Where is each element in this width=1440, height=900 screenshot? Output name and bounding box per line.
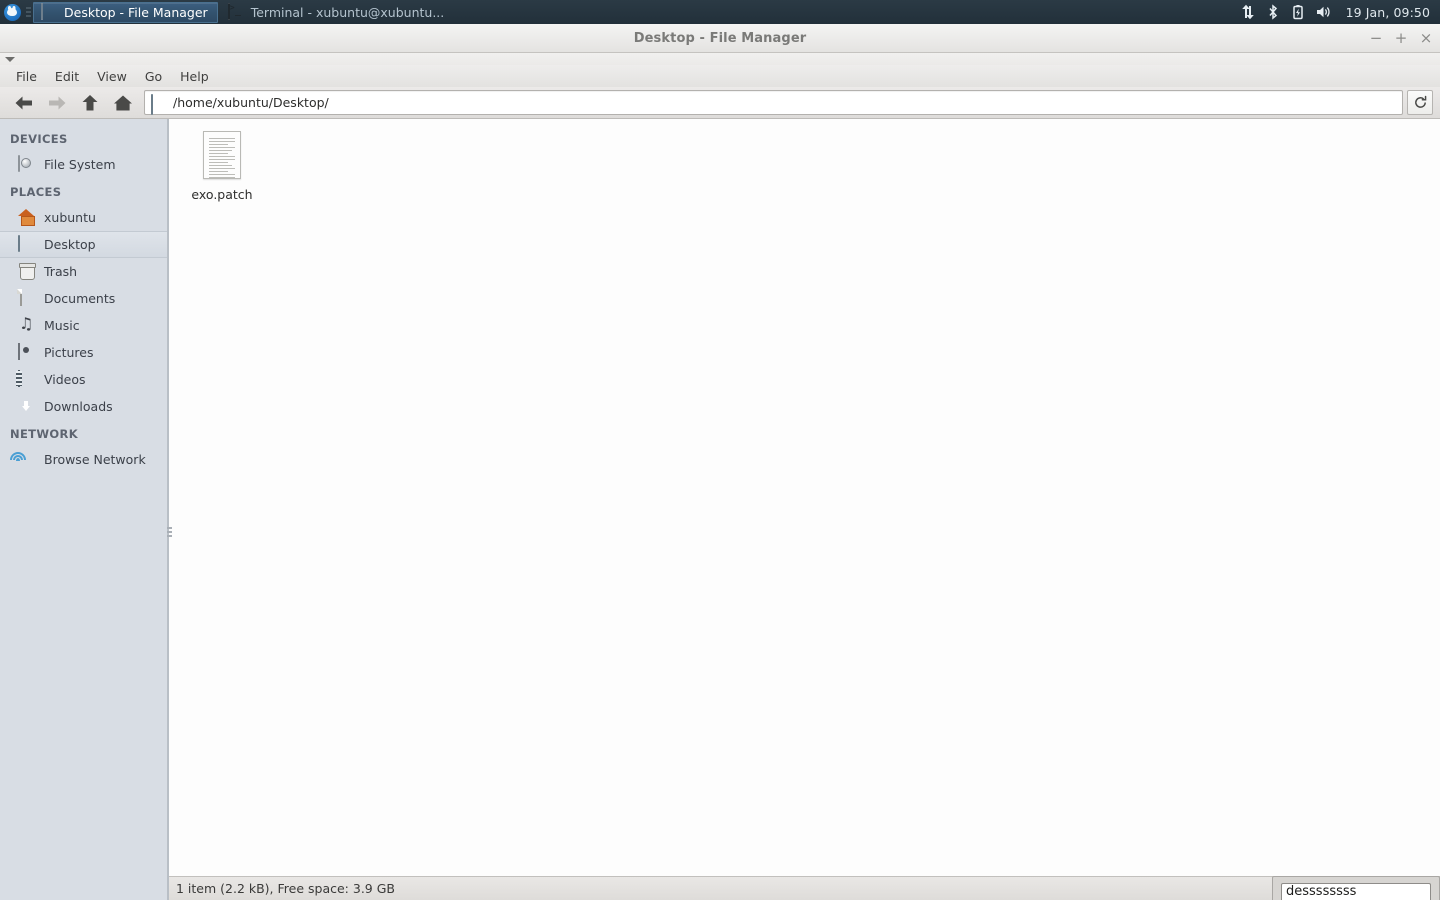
system-tray: 19 Jan, 09:50 — [1240, 4, 1440, 20]
panel-grip-handle[interactable] — [24, 0, 32, 24]
desktop-folder-icon — [151, 93, 167, 115]
reload-button[interactable] — [1407, 90, 1433, 115]
parent-folder-button[interactable] — [73, 89, 106, 117]
sidebar-item-label: Documents — [44, 291, 116, 306]
home-button[interactable] — [106, 89, 139, 117]
task-button-file-manager[interactable]: Desktop - File Manager — [33, 1, 218, 23]
file-manager-icon — [41, 3, 57, 20]
file-item-exo-patch[interactable]: exo.patch — [177, 127, 267, 202]
menubar: File Edit View Go Help — [0, 65, 1440, 87]
sidebar-item-label: Downloads — [44, 399, 113, 414]
download-icon — [18, 398, 35, 415]
sidebar-item-file-system[interactable]: File System — [0, 151, 167, 178]
sidebar-item-xubuntu[interactable]: xubuntu — [0, 204, 167, 231]
popup-dialog-window[interactable]: dessssssss — [1272, 876, 1440, 900]
sidebar-item-music[interactable]: Music — [0, 312, 167, 339]
toolbar: /home/xubuntu/Desktop/ — [0, 87, 1440, 119]
menu-item-go[interactable]: Go — [136, 67, 171, 86]
window-body: DEVICES File System PLACES xubuntu Deskt… — [0, 119, 1440, 900]
sidebar-group-places: PLACES — [10, 185, 62, 199]
window-titlebar[interactable]: Desktop - File Manager − + × — [0, 24, 1440, 53]
clock[interactable]: 19 Jan, 09:50 — [1340, 5, 1432, 20]
battery-charging-icon[interactable] — [1290, 4, 1306, 20]
sidebar-group-network: NETWORK — [10, 427, 79, 441]
home-icon — [18, 209, 35, 226]
statusbar: 1 item (2.2 kB), Free space: 3.9 GB — [169, 876, 1440, 900]
sidebar-item-label: Pictures — [44, 345, 94, 360]
menu-item-help[interactable]: Help — [171, 67, 218, 86]
bluetooth-icon[interactable] — [1265, 4, 1281, 20]
sidebar-item-label: xubuntu — [44, 210, 96, 225]
sidebar-item-videos[interactable]: Videos — [0, 366, 167, 393]
sidebar-splitter[interactable] — [166, 521, 173, 543]
task-button-terminal[interactable]: Terminal - xubuntu@xubuntu... — [220, 2, 455, 23]
network-updown-icon[interactable] — [1240, 4, 1256, 20]
task-button-label: Desktop - File Manager — [64, 4, 208, 20]
menu-item-view[interactable]: View — [88, 67, 136, 86]
path-entry[interactable]: /home/xubuntu/Desktop/ — [144, 90, 1403, 115]
text-document-icon — [203, 131, 241, 179]
menu-toggle-row[interactable] — [0, 53, 1440, 65]
sidebar-item-label: Desktop — [44, 237, 96, 252]
sidebar-item-label: File System — [44, 157, 116, 172]
sidebar-item-label: Videos — [44, 372, 86, 387]
back-button[interactable] — [7, 89, 40, 117]
applications-menu-button[interactable] — [0, 0, 24, 24]
close-button[interactable]: × — [1418, 31, 1434, 47]
minimize-button[interactable]: − — [1368, 31, 1384, 47]
path-entry-text: /home/xubuntu/Desktop/ — [173, 95, 329, 110]
forward-button[interactable] — [40, 89, 73, 117]
xubuntu-mouse-logo-icon — [3, 3, 21, 21]
maximize-button[interactable]: + — [1393, 31, 1409, 47]
sidebar-item-trash[interactable]: Trash — [0, 258, 167, 285]
chevron-down-icon — [5, 56, 15, 62]
trash-icon — [18, 263, 35, 280]
menu-item-edit[interactable]: Edit — [46, 67, 88, 86]
sidebar-item-label: Browse Network — [44, 452, 146, 467]
pictures-icon — [18, 343, 35, 361]
music-icon — [18, 317, 35, 334]
sidebar-item-desktop[interactable]: Desktop — [0, 231, 167, 258]
sidebar-item-pictures[interactable]: Pictures — [0, 339, 167, 366]
sidebar-item-label: Music — [44, 318, 80, 333]
window-controls: − + × — [1368, 24, 1434, 53]
sidebar-item-downloads[interactable]: Downloads — [0, 393, 167, 420]
window-task-list: Desktop - File Manager Terminal - xubunt… — [32, 0, 1240, 24]
window-title: Desktop - File Manager — [633, 30, 807, 46]
menu-item-file[interactable]: File — [7, 67, 46, 86]
popup-text-input-value: dessssssss — [1286, 884, 1357, 899]
desktop-panel: Desktop - File Manager Terminal - xubunt… — [0, 0, 1440, 24]
document-icon — [18, 289, 35, 307]
file-icon-view[interactable]: exo.patch — [169, 119, 1440, 876]
desktop-icon — [18, 235, 35, 253]
sidebar-group-devices: DEVICES — [10, 132, 68, 146]
sidebar-item-documents[interactable]: Documents — [0, 285, 167, 312]
video-icon — [18, 370, 35, 388]
sidebar-item-browse-network[interactable]: Browse Network — [0, 446, 167, 473]
task-button-label: Terminal - xubuntu@xubuntu... — [250, 4, 445, 20]
file-item-label: exo.patch — [191, 187, 253, 202]
terminal-icon — [227, 3, 244, 20]
harddisk-icon — [18, 155, 35, 173]
popup-text-input[interactable]: dessssssss — [1281, 883, 1431, 900]
sidebar-shortcuts: DEVICES File System PLACES xubuntu Deskt… — [0, 119, 168, 900]
sidebar-item-label: Trash — [44, 264, 78, 279]
file-manager-window: Desktop - File Manager − + × File Edit V… — [0, 24, 1440, 900]
volume-icon[interactable] — [1315, 4, 1331, 20]
statusbar-text: 1 item (2.2 kB), Free space: 3.9 GB — [176, 881, 395, 896]
network-icon — [10, 451, 35, 468]
main-pane: exo.patch 1 item (2.2 kB), Free space: 3… — [168, 119, 1440, 900]
